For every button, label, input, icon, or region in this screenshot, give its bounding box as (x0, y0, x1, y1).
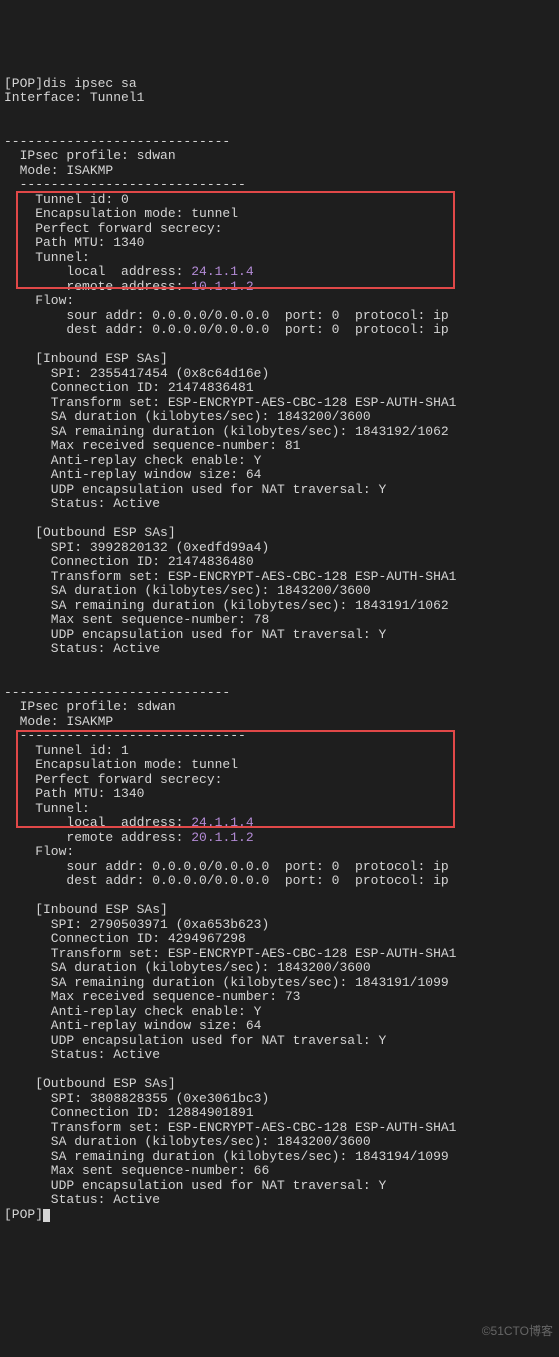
status: Status: Active (4, 496, 160, 511)
connection-id: Connection ID: 21474836481 (4, 380, 254, 395)
udp-nat: UDP encapsulation used for NAT traversal… (4, 1178, 386, 1193)
spi: SPI: 2790503971 (0xa653b623) (4, 917, 269, 932)
tunnel-header: Tunnel: (4, 801, 90, 816)
mode: Mode: ISAKMP (4, 163, 113, 178)
tunnel-header: Tunnel: (4, 250, 90, 265)
spi: SPI: 3808828355 (0xe3061bc3) (4, 1091, 269, 1106)
pfs: Perfect forward secrecy: (4, 221, 222, 236)
max-sent-seq: Max sent sequence-number: 66 (4, 1163, 269, 1178)
ipsec-profile: IPsec profile: sdwan (4, 699, 176, 714)
transform-set: Transform set: ESP-ENCRYPT-AES-CBC-128 E… (4, 946, 456, 961)
separator: ----------------------------- (4, 134, 230, 149)
outbound-esp-header: [Outbound ESP SAs] (4, 1076, 176, 1091)
sa-remaining: SA remaining duration (kilobytes/sec): 1… (4, 975, 449, 990)
transform-set: Transform set: ESP-ENCRYPT-AES-CBC-128 E… (4, 395, 456, 410)
flow-header: Flow: (4, 293, 74, 308)
dest-addr: dest addr: 0.0.0.0/0.0.0.0 port: 0 proto… (4, 873, 449, 888)
connection-id: Connection ID: 12884901891 (4, 1105, 254, 1120)
udp-nat: UDP encapsulation used for NAT traversal… (4, 627, 386, 642)
inbound-esp-header: [Inbound ESP SAs] (4, 351, 168, 366)
status: Status: Active (4, 641, 160, 656)
pfs: Perfect forward secrecy: (4, 772, 222, 787)
tunnel-id: Tunnel id: 0 (4, 192, 129, 207)
anti-replay-check: Anti-replay check enable: Y (4, 453, 261, 468)
outbound-esp-header: [Outbound ESP SAs] (4, 525, 176, 540)
prompt[interactable]: [POP] (4, 1207, 43, 1222)
max-sent-seq: Max sent sequence-number: 78 (4, 612, 269, 627)
sa-duration: SA duration (kilobytes/sec): 1843200/360… (4, 409, 371, 424)
sa-duration: SA duration (kilobytes/sec): 1843200/360… (4, 583, 371, 598)
sa-remaining: SA remaining duration (kilobytes/sec): 1… (4, 424, 449, 439)
terminal-output: [POP]dis ipsec sa Interface: Tunnel1 ---… (4, 62, 555, 1222)
anti-replay-window: Anti-replay window size: 64 (4, 467, 261, 482)
status: Status: Active (4, 1192, 160, 1207)
interface-line: Interface: Tunnel1 (4, 90, 144, 105)
ipsec-profile: IPsec profile: sdwan (4, 148, 176, 163)
transform-set: Transform set: ESP-ENCRYPT-AES-CBC-128 E… (4, 1120, 456, 1135)
sa-remaining: SA remaining duration (kilobytes/sec): 1… (4, 1149, 449, 1164)
encapsulation-mode: Encapsulation mode: tunnel (4, 757, 238, 772)
connection-id: Connection ID: 4294967298 (4, 931, 246, 946)
remote-address-value: 10.1.1.2 (183, 279, 253, 294)
path-mtu: Path MTU: 1340 (4, 786, 144, 801)
max-received-seq: Max received sequence-number: 81 (4, 438, 300, 453)
mode: Mode: ISAKMP (4, 714, 113, 729)
sour-addr: sour addr: 0.0.0.0/0.0.0.0 port: 0 proto… (4, 308, 449, 323)
flow-header: Flow: (4, 844, 74, 859)
local-address-value: 24.1.1.4 (183, 264, 253, 279)
separator: ----------------------------- (4, 728, 246, 743)
remote-address-label: remote address: (4, 279, 183, 294)
sour-addr: sour addr: 0.0.0.0/0.0.0.0 port: 0 proto… (4, 859, 449, 874)
status: Status: Active (4, 1047, 160, 1062)
connection-id: Connection ID: 21474836480 (4, 554, 254, 569)
remote-address-label: remote address: (4, 830, 183, 845)
separator: ----------------------------- (4, 177, 246, 192)
cursor-icon (43, 1209, 50, 1222)
local-address-label: local address: (4, 815, 183, 830)
path-mtu: Path MTU: 1340 (4, 235, 144, 250)
sa-duration: SA duration (kilobytes/sec): 1843200/360… (4, 1134, 371, 1149)
separator: ----------------------------- (4, 685, 230, 700)
dest-addr: dest addr: 0.0.0.0/0.0.0.0 port: 0 proto… (4, 322, 449, 337)
udp-nat: UDP encapsulation used for NAT traversal… (4, 482, 386, 497)
anti-replay-check: Anti-replay check enable: Y (4, 1004, 261, 1019)
spi: SPI: 3992820132 (0xedfd99a4) (4, 540, 269, 555)
anti-replay-window: Anti-replay window size: 64 (4, 1018, 261, 1033)
tunnel-id: Tunnel id: 1 (4, 743, 129, 758)
remote-address-value: 20.1.1.2 (183, 830, 253, 845)
local-address-value: 24.1.1.4 (183, 815, 253, 830)
watermark-text: ©51CTO博客 (482, 1324, 553, 1339)
inbound-esp-header: [Inbound ESP SAs] (4, 902, 168, 917)
max-received-seq: Max received sequence-number: 73 (4, 989, 300, 1004)
command-line[interactable]: [POP]dis ipsec sa (4, 76, 137, 91)
spi: SPI: 2355417454 (0x8c64d16e) (4, 366, 269, 381)
udp-nat: UDP encapsulation used for NAT traversal… (4, 1033, 386, 1048)
transform-set: Transform set: ESP-ENCRYPT-AES-CBC-128 E… (4, 569, 456, 584)
sa-remaining: SA remaining duration (kilobytes/sec): 1… (4, 598, 449, 613)
encapsulation-mode: Encapsulation mode: tunnel (4, 206, 238, 221)
local-address-label: local address: (4, 264, 183, 279)
sa-duration: SA duration (kilobytes/sec): 1843200/360… (4, 960, 371, 975)
